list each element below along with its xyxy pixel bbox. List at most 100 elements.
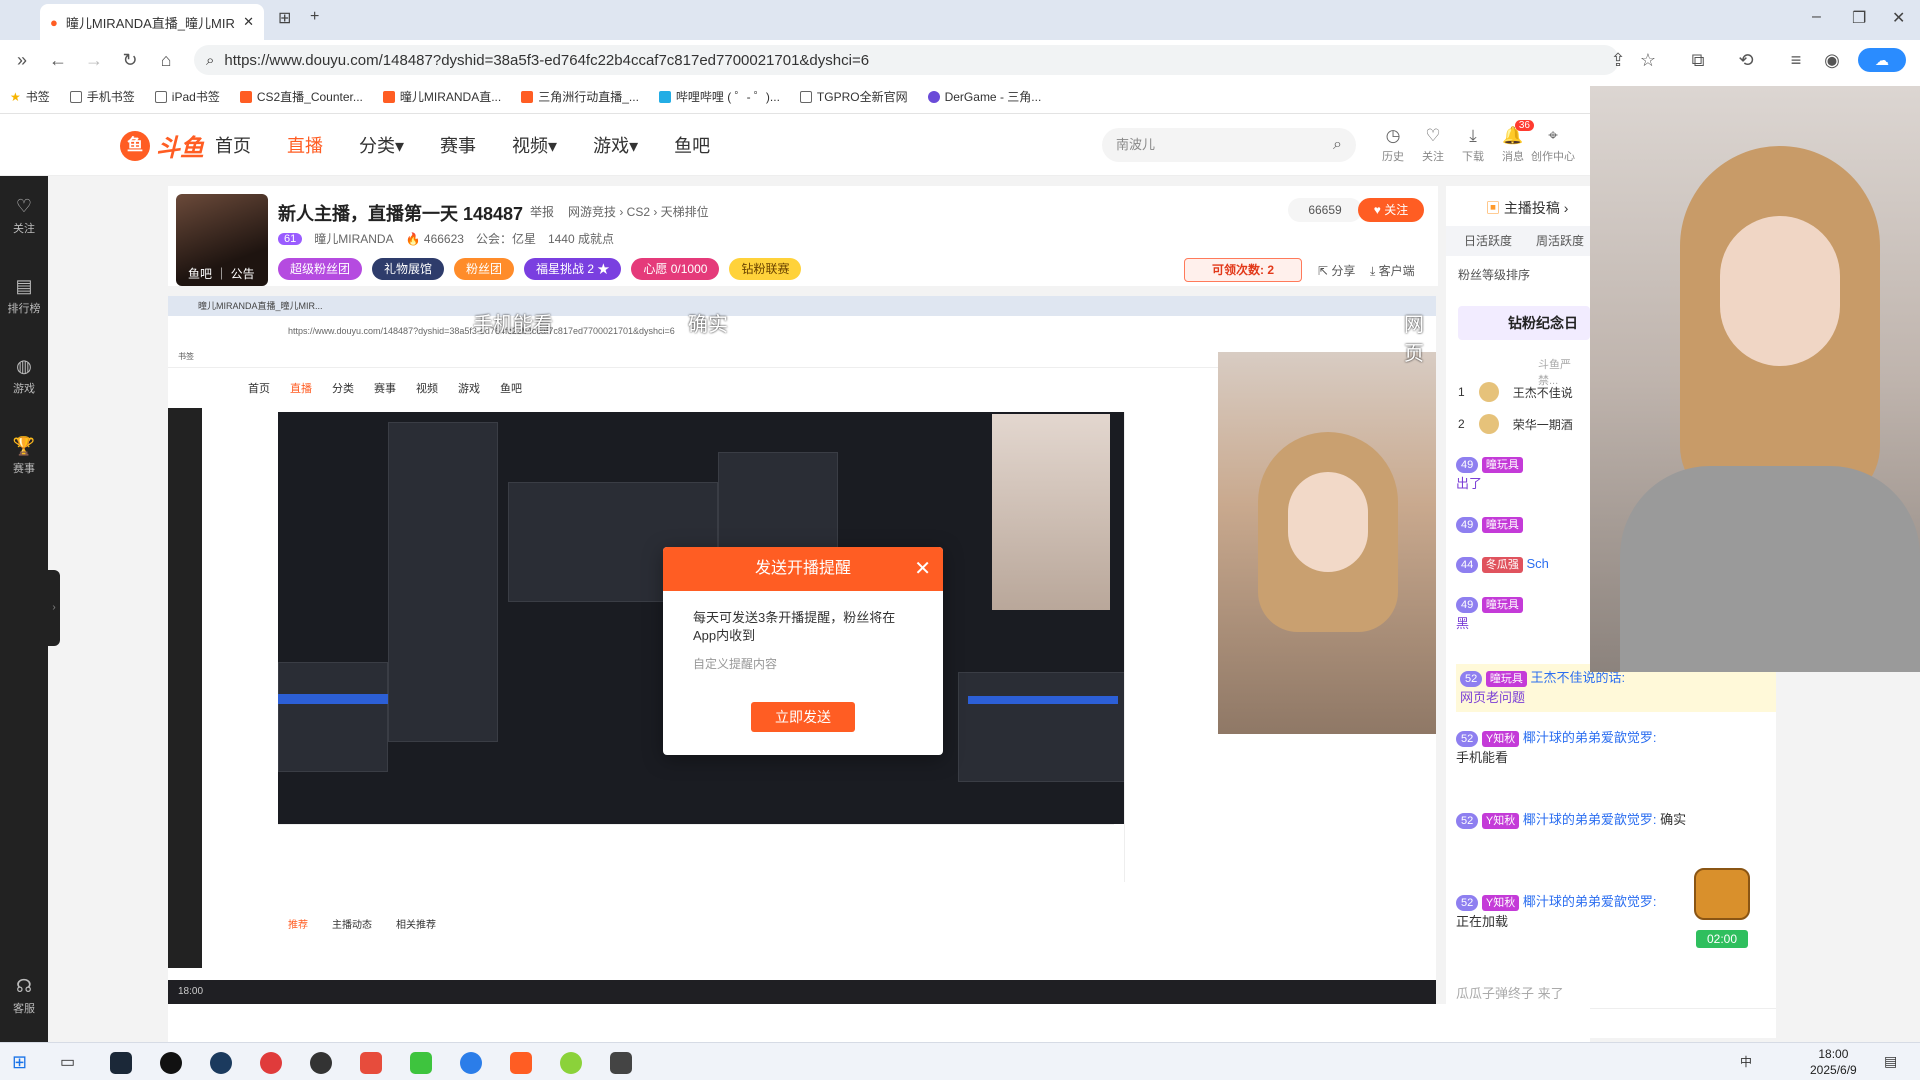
bookmark-item[interactable]: iPad书签 bbox=[154, 88, 220, 105]
nav-esports[interactable]: 赛事 bbox=[440, 132, 476, 158]
close-icon[interactable]: ✕ bbox=[914, 547, 931, 591]
tab-close-icon[interactable]: ✕ bbox=[243, 14, 254, 30]
sort-label[interactable]: 粉丝等级排序 bbox=[1458, 266, 1530, 283]
douyu-logo[interactable]: 鱼 斗鱼 bbox=[120, 128, 204, 163]
cloud-icon[interactable]: ☁ bbox=[1858, 48, 1906, 72]
rank-row[interactable]: 1 王杰不佳说 bbox=[1458, 382, 1573, 402]
profile-icon[interactable]: ◉ bbox=[1814, 50, 1850, 71]
search-placeholder: 南波儿 bbox=[1116, 137, 1156, 152]
rank-row[interactable]: 2 荣华一期酒 bbox=[1458, 414, 1573, 434]
app-icon[interactable] bbox=[210, 1052, 232, 1074]
anchor-name[interactable]: 曈儿MIRANDA bbox=[314, 230, 393, 247]
url-field[interactable]: ⌕ https://www.douyu.com/148487?dyshid=38… bbox=[194, 45, 1619, 75]
creator-center-button[interactable]: ⌖ 创作中心 bbox=[1531, 126, 1575, 164]
new-tab-icon[interactable]: + bbox=[310, 8, 319, 26]
bookmark-item[interactable]: CS2直播_Counter... bbox=[239, 88, 363, 105]
diamond-fan-day-banner[interactable]: 钻粉纪念日 bbox=[1458, 306, 1590, 340]
window-close-icon[interactable]: ✕ bbox=[1892, 8, 1905, 28]
steam-icon[interactable] bbox=[110, 1052, 132, 1074]
lucky-star-tag[interactable]: 福星挑战 2 ★ bbox=[524, 258, 622, 280]
super-fan-tag[interactable]: 超级粉丝团 bbox=[278, 258, 363, 280]
nav-fishbar[interactable]: 鱼吧 bbox=[674, 132, 710, 158]
app-icon[interactable] bbox=[360, 1052, 382, 1074]
bookmark-item[interactable]: DerGame - 三角... bbox=[927, 88, 1041, 105]
menu-icon[interactable]: ≡ bbox=[1778, 50, 1814, 71]
extensions-icon[interactable]: ⧉ bbox=[1680, 50, 1716, 71]
danmu-text: 网页 bbox=[1404, 314, 1424, 365]
search-icon[interactable]: ⌕ bbox=[1333, 128, 1342, 162]
tab-weekly[interactable]: 周活跃度 bbox=[1536, 226, 1584, 256]
qq-icon[interactable] bbox=[160, 1052, 182, 1074]
bookmark-item[interactable]: 手机书签 bbox=[69, 88, 135, 105]
star-icon[interactable]: ☆ bbox=[1630, 50, 1666, 71]
client-download-button[interactable]: ⤓ 客户端 bbox=[1370, 262, 1415, 279]
nav-video[interactable]: 视频▾ bbox=[512, 132, 557, 158]
diamond-league-tag[interactable]: 钻粉联赛 bbox=[729, 258, 802, 280]
bookmark-item[interactable]: 曈儿MIRANDA直... bbox=[382, 88, 501, 105]
claim-badge[interactable]: 可领次数: 2 bbox=[1184, 258, 1302, 282]
browser-icon[interactable] bbox=[460, 1052, 482, 1074]
browser-tab[interactable]: ● 曈儿MIRANDA直播_曈儿MIR... ✕ bbox=[40, 4, 264, 40]
nav-games[interactable]: 游戏▾ bbox=[593, 132, 638, 158]
anchor-level-badge: 61 bbox=[278, 232, 303, 245]
nav-live[interactable]: 直播 bbox=[287, 132, 323, 158]
gift-hall-tag[interactable]: 礼物展馆 bbox=[372, 258, 445, 280]
bookmark-item[interactable]: TGPRO全新官网 bbox=[799, 88, 908, 105]
category-breadcrumb[interactable]: 网游竞技 › CS2 › 天梯排位 bbox=[568, 203, 709, 220]
app-icon[interactable] bbox=[410, 1052, 432, 1074]
gamepad-icon: ◍ bbox=[16, 356, 32, 376]
reload-icon[interactable]: ↻ bbox=[112, 50, 148, 71]
follow-list-button[interactable]: ♡ 关注 bbox=[1420, 126, 1446, 164]
report-link[interactable]: 举报 bbox=[530, 203, 554, 220]
tab-daily[interactable]: 日活跃度 bbox=[1464, 226, 1512, 256]
fan-group-tag[interactable]: 粉丝团 bbox=[454, 258, 515, 280]
notification-icon[interactable]: ▤ bbox=[1884, 1053, 1897, 1070]
dialog-header: 发送开播提醒 ✕ bbox=[663, 547, 943, 591]
history-button[interactable]: ◷ 历史 bbox=[1380, 126, 1406, 164]
follow-button[interactable]: ♥ 关注 bbox=[1358, 198, 1424, 222]
bookmark-item[interactable]: 哔哩哔哩 ( ゜- ゜)... bbox=[658, 88, 780, 105]
sidebar-item-esports[interactable]: 🏆 赛事 bbox=[0, 436, 48, 476]
share-button[interactable]: ⇱ 分享 bbox=[1318, 262, 1355, 279]
windows-start-icon[interactable]: ⊞ bbox=[12, 1052, 34, 1074]
sidebar-item-ranking[interactable]: ▤ 排行榜 bbox=[0, 276, 48, 316]
anchor-avatar[interactable]: 鱼吧 ｜ 公告 bbox=[176, 194, 268, 286]
maximize-icon[interactable]: ❐ bbox=[1852, 8, 1866, 28]
tab-grid-icon[interactable]: ⊞ bbox=[278, 8, 291, 28]
site-search-input[interactable]: 南波儿 ⌕ bbox=[1102, 128, 1356, 162]
sidebar-expand-handle[interactable]: › bbox=[48, 570, 60, 646]
nav-category[interactable]: 分类▾ bbox=[359, 132, 404, 158]
netease-music-icon[interactable] bbox=[260, 1052, 282, 1074]
sidebar-toggle-icon[interactable]: » bbox=[4, 50, 40, 71]
sidebar-item-service[interactable]: ☊ 客服 bbox=[0, 976, 48, 1016]
obs-selected-row bbox=[278, 694, 388, 704]
messages-button[interactable]: 🔔 消息 36 bbox=[1500, 120, 1534, 164]
task-view-icon[interactable]: ▭ bbox=[60, 1052, 82, 1074]
anchor-submission-title[interactable]: ▣ 主播投稿 › bbox=[1486, 198, 1568, 218]
url-text: https://www.douyu.com/148487?dyshid=38a5… bbox=[224, 51, 870, 69]
download-button[interactable]: ⤓ 下载 bbox=[1460, 126, 1486, 164]
sidebar-item-follow[interactable]: ♡ 关注 bbox=[0, 196, 48, 236]
room-title: 新人主播，直播第一天 148487 bbox=[278, 204, 524, 224]
nav-home[interactable]: 首页 bbox=[215, 132, 251, 158]
home-icon[interactable]: ⌂ bbox=[148, 50, 184, 71]
app-icon[interactable] bbox=[610, 1052, 632, 1074]
obs-icon[interactable] bbox=[310, 1052, 332, 1074]
app-icon[interactable] bbox=[560, 1052, 582, 1074]
clock[interactable]: 18:00 2025/6/9 bbox=[1810, 1046, 1857, 1078]
treasure-chest-icon[interactable] bbox=[1694, 868, 1750, 920]
reminder-input[interactable]: 自定义提醒内容 bbox=[693, 655, 913, 673]
history-icon[interactable]: ⟲ bbox=[1728, 50, 1764, 71]
bookmark-item[interactable]: ★ 书签 bbox=[10, 88, 50, 105]
forward-icon[interactable]: → bbox=[76, 50, 112, 71]
ime-indicator[interactable]: 中 bbox=[1740, 1053, 1752, 1070]
avatar bbox=[1478, 414, 1499, 434]
anchor-tags: 超级粉丝团 礼物展馆 粉丝团 福星挑战 2 ★ 心愿 0/1000 钻粉联赛 bbox=[278, 258, 802, 280]
send-now-button[interactable]: 立即发送 bbox=[751, 702, 855, 732]
bookmark-item[interactable]: 三角洲行动直播_... bbox=[521, 88, 639, 105]
sidebar-item-games[interactable]: ◍ 游戏 bbox=[0, 356, 48, 396]
minimize-icon[interactable]: – bbox=[1812, 8, 1821, 26]
wish-tag[interactable]: 心愿 0/1000 bbox=[631, 258, 720, 280]
douyu-icon[interactable] bbox=[510, 1052, 532, 1074]
back-icon[interactable]: ← bbox=[40, 50, 76, 71]
